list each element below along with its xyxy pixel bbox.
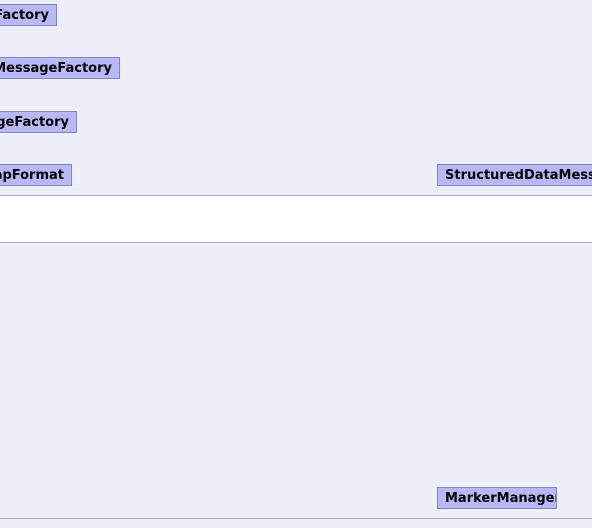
class-node-age-factory[interactable]: ageFactory (0, 111, 77, 133)
package-band (0, 195, 592, 243)
divider-line (0, 518, 592, 519)
class-node-structured-data-message[interactable]: StructuredDataMessag (437, 164, 592, 186)
diagram-canvas: eFactory rMessageFactory ageFactory apFo… (0, 0, 592, 528)
class-node-label: MarkerManager (445, 491, 557, 506)
class-node-r-message-factory[interactable]: rMessageFactory (0, 57, 120, 79)
class-node-marker-manager[interactable]: MarkerManager (437, 487, 557, 509)
class-node-e-factory[interactable]: eFactory (0, 4, 57, 26)
class-node-label: eFactory (0, 8, 49, 23)
class-node-label: apFormat (0, 168, 64, 183)
class-node-ap-format[interactable]: apFormat (0, 164, 72, 186)
class-node-label: StructuredDataMessag (445, 168, 592, 183)
class-node-label: ageFactory (0, 115, 69, 130)
class-node-label: rMessageFactory (0, 61, 112, 76)
